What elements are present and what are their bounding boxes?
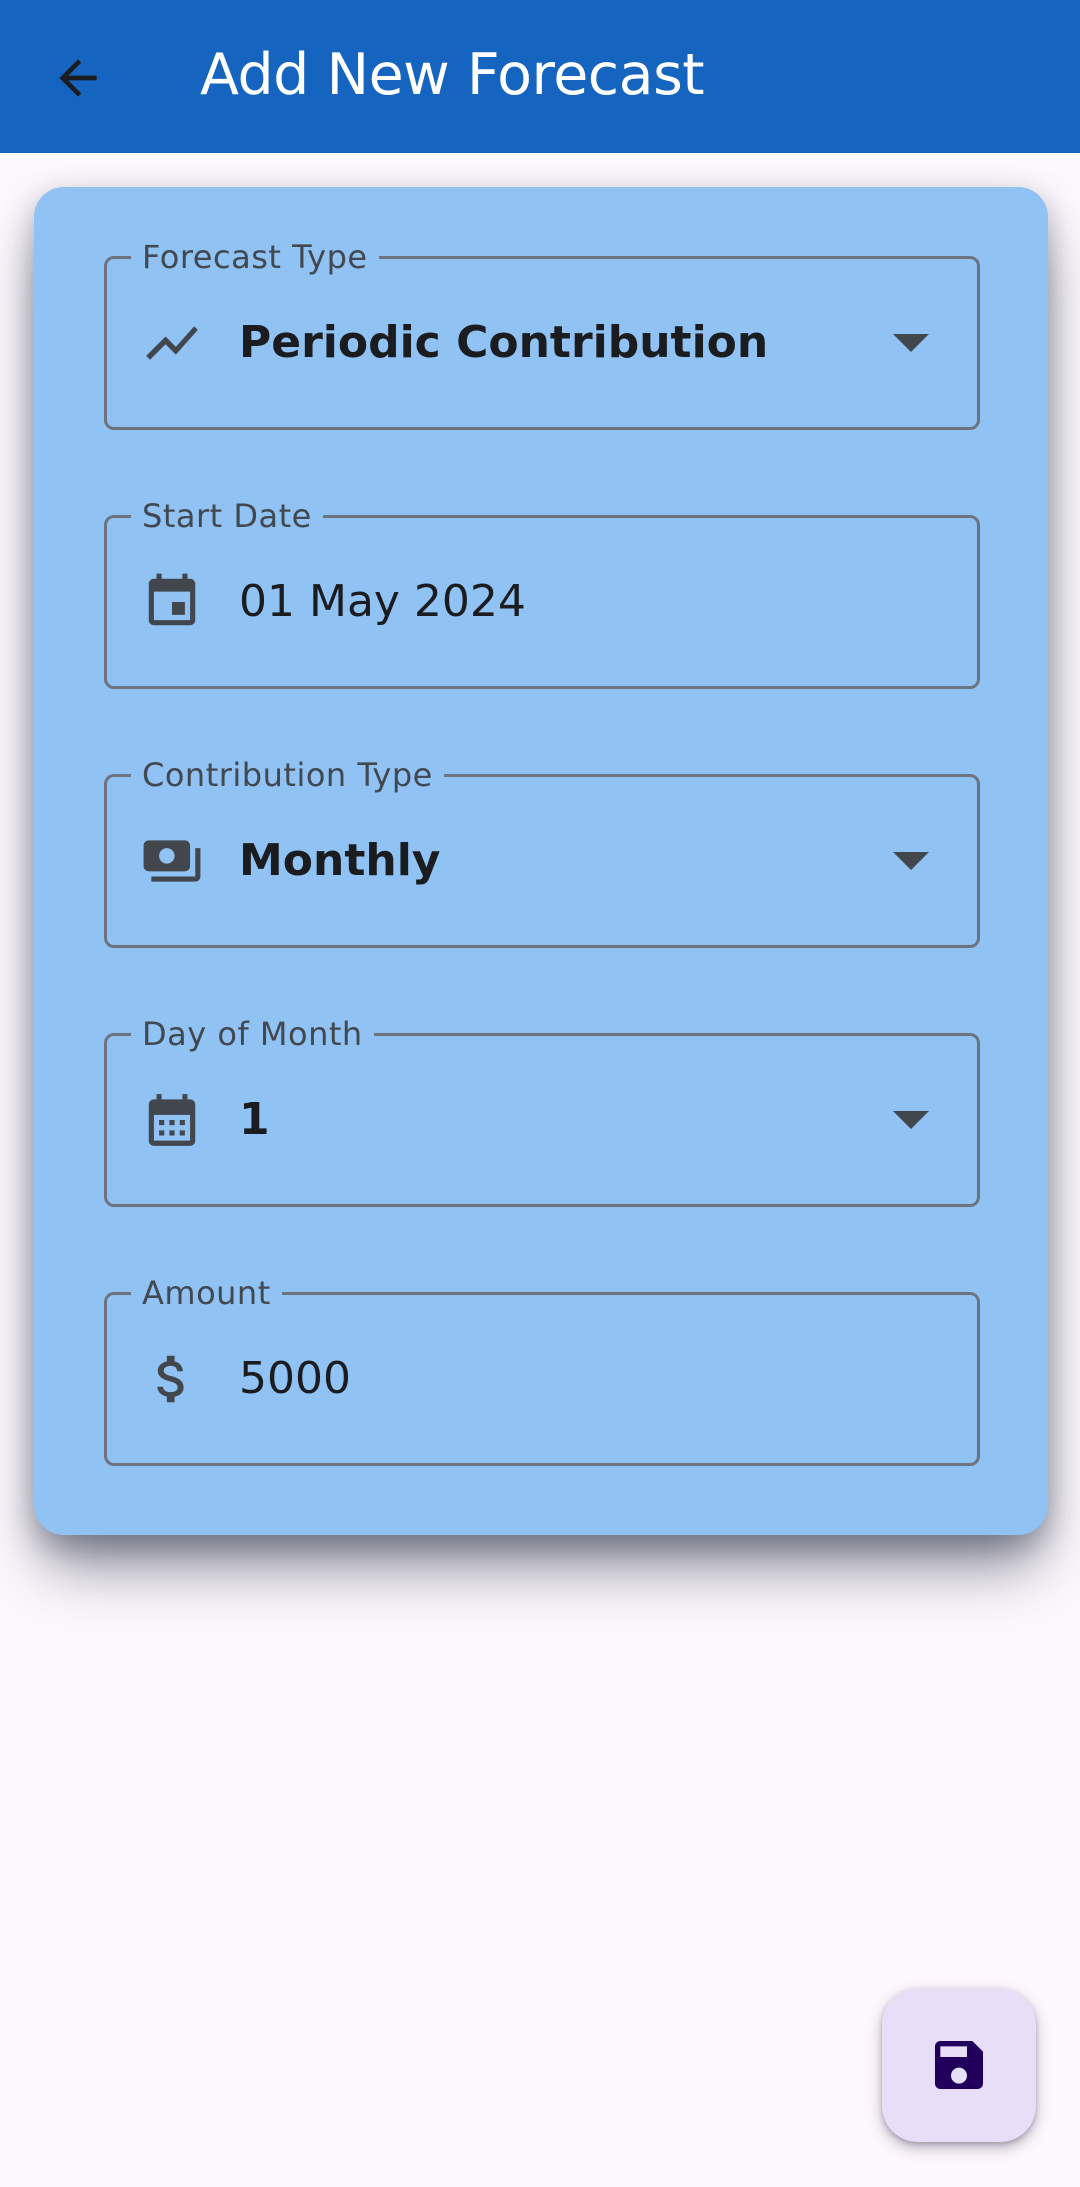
app-bar: Add New Forecast [0, 0, 1080, 153]
day-of-month-dropdown[interactable]: Day of Month 1 [104, 1012, 980, 1207]
dollar-sign-icon [139, 1346, 205, 1412]
contribution-type-value: Monthly [239, 835, 441, 886]
amount-value: 5000 [239, 1353, 351, 1404]
trending-up-icon [139, 310, 205, 376]
amount-input[interactable]: Amount 5000 [104, 1271, 980, 1466]
start-date-field[interactable]: Start Date 01 May 2024 [104, 494, 980, 689]
dropdown-arrow-icon [893, 1111, 929, 1129]
payments-icon [139, 828, 205, 894]
day-of-month-label: Day of Month [131, 1012, 374, 1056]
back-button[interactable] [38, 38, 118, 118]
contribution-type-dropdown[interactable]: Contribution Type Monthly [104, 753, 980, 948]
dropdown-arrow-icon [893, 852, 929, 870]
dropdown-arrow-icon [893, 334, 929, 352]
start-date-value: 01 May 2024 [239, 576, 526, 627]
arrow-back-icon [59, 59, 97, 97]
page-title: Add New Forecast [200, 42, 705, 108]
forecast-type-value: Periodic Contribution [239, 317, 769, 368]
save-icon [935, 2041, 983, 2089]
contribution-type-label: Contribution Type [131, 753, 444, 797]
amount-label: Amount [131, 1271, 282, 1315]
day-of-month-value: 1 [239, 1094, 270, 1145]
forecast-type-label: Forecast Type [131, 235, 379, 279]
calendar-month-icon [139, 1087, 205, 1153]
forecast-form-card: Forecast Type Periodic Contribution Star… [34, 187, 1048, 1535]
forecast-type-dropdown[interactable]: Forecast Type Periodic Contribution [104, 235, 980, 430]
event-icon [139, 569, 205, 635]
save-button[interactable] [882, 1988, 1036, 2142]
start-date-label: Start Date [131, 494, 323, 538]
